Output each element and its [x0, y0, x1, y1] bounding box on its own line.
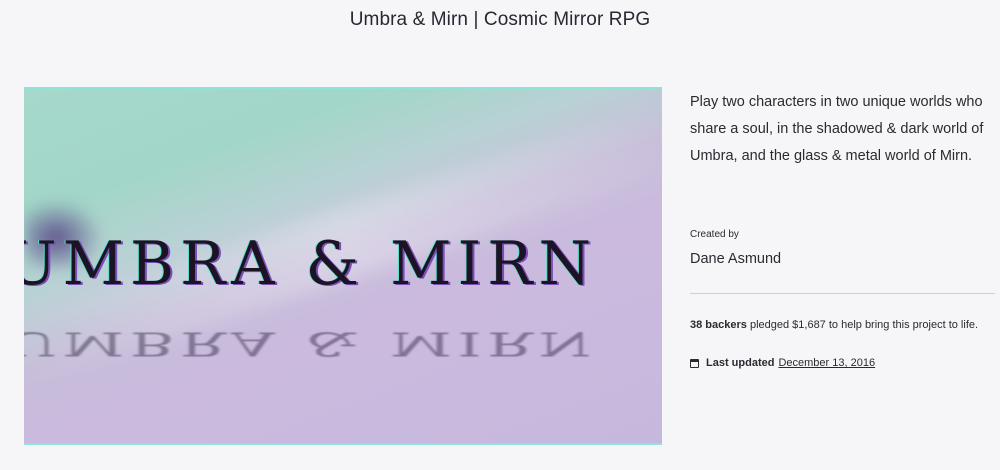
last-updated-label: Last updated: [706, 357, 775, 369]
last-updated: Last updated December 13, 2016: [690, 357, 875, 369]
project-page: Umbra & Mirn | Cosmic Mirror RPG UMBRA &…: [0, 0, 1000, 470]
creator-name[interactable]: Dane Asmund: [690, 251, 781, 267]
last-updated-date-link[interactable]: December 13, 2016: [778, 357, 875, 369]
hero-logo-text: UMBRA & MIRN: [24, 229, 597, 299]
page-title: Umbra & Mirn | Cosmic Mirror RPG: [349, 9, 651, 30]
project-hero-image[interactable]: UMBRA & MIRN UMBRA & MIRN: [24, 87, 662, 445]
funding-summary: 38 backers pledged $1,687 to help bring …: [690, 317, 990, 333]
calendar-icon: [690, 358, 699, 368]
hero-logo-reflection: UMBRA & MIRN: [24, 324, 597, 363]
project-description: Play two characters in two unique worlds…: [690, 94, 984, 164]
pledge-text: pledged $1,687 to help bring this projec…: [749, 319, 979, 331]
divider: [690, 293, 995, 294]
created-by-label: Created by: [690, 229, 739, 240]
backers-count: 38 backers: [690, 319, 747, 331]
